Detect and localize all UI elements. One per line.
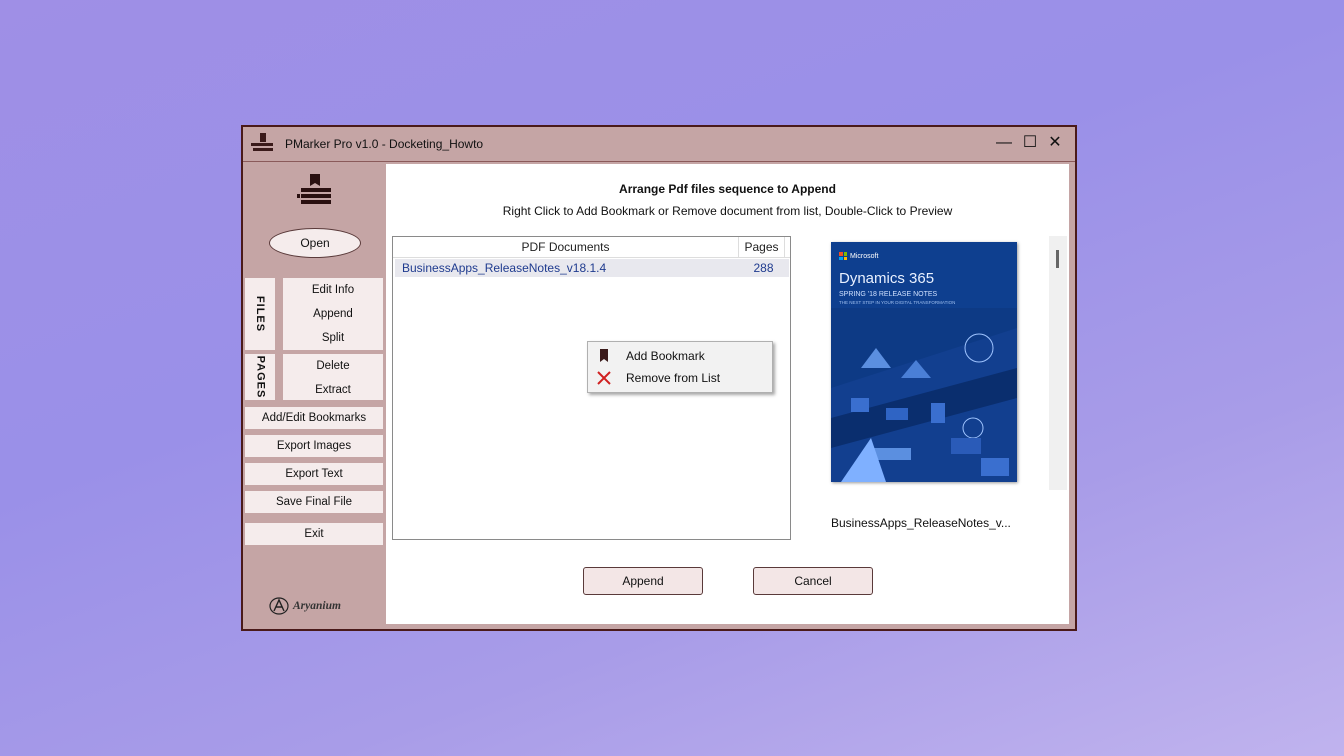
append-button[interactable]: Append [583,567,703,595]
pdf-preview-thumbnail[interactable]: Microsoft Dynamics 365 SPRING '18 RELEAS… [831,242,1017,482]
maximize-button[interactable]: ☐ [1019,133,1041,153]
cover-tagline: THE NEXT STEP IN YOUR DIGITAL TRANSFORMA… [839,300,956,305]
brand-logo: Aryanium [269,597,341,615]
bookmark-stack-icon [297,174,331,204]
preview-caption: BusinessApps_ReleaseNotes_v... [831,516,1011,530]
export-text-button[interactable]: Export Text [245,463,383,485]
remove-from-list-menu-item[interactable]: Remove from List [588,367,772,389]
app-window: PMarker Pro v1.0 - Docketing_Howto — ☐ ✕… [241,125,1077,631]
list-header: PDF Documents Pages [393,237,790,258]
list-item[interactable]: BusinessApps_ReleaseNotes_v18.1.4 288 [395,259,789,277]
app-icon [251,133,273,151]
sidebar: Open FILES Edit Info Append Split PAGES … [243,162,384,628]
document-name: BusinessApps_ReleaseNotes_v18.1.4 [402,261,607,275]
remove-x-icon [597,371,611,385]
cover-subtitle: SPRING '18 RELEASE NOTES [839,291,938,298]
minimize-button[interactable]: — [993,133,1015,153]
context-menu: Add Bookmark Remove from List [587,341,773,393]
close-button[interactable]: ✕ [1044,133,1066,153]
panel-heading: Arrange Pdf files sequence to Append [619,182,836,196]
panel-instructions: Right Click to Add Bookmark or Remove do… [502,204,953,218]
edit-info-button[interactable]: Edit Info [283,278,383,302]
pages-tab[interactable]: PAGES [245,354,275,400]
add-bookmark-menu-item[interactable]: Add Bookmark [588,345,772,367]
bookmark-icon [600,349,608,362]
microsoft-logo: Microsoft [839,252,878,260]
cancel-button[interactable]: Cancel [753,567,873,595]
title-bar: PMarker Pro v1.0 - Docketing_Howto — ☐ ✕ [243,127,1075,162]
save-final-file-button[interactable]: Save Final File [245,491,383,513]
delete-button[interactable]: Delete [283,354,383,378]
files-tab[interactable]: FILES [245,278,275,350]
microsoft-logo-icon [839,252,847,260]
pages-group: Delete Extract [283,354,383,400]
pdf-documents-list[interactable]: PDF Documents Pages BusinessApps_Release… [392,236,791,540]
aryanium-logo-icon [269,597,289,615]
preview-scrollbar[interactable] [1049,236,1067,490]
column-header-documents[interactable]: PDF Documents [393,237,739,257]
export-images-button[interactable]: Export Images [245,435,383,457]
append-panel: Arrange Pdf files sequence to Append Rig… [386,164,1069,624]
brand-name: Aryanium [293,600,341,612]
append-menu-button[interactable]: Append [283,302,383,326]
add-edit-bookmarks-button[interactable]: Add/Edit Bookmarks [245,407,383,429]
cover-title: Dynamics 365 [839,270,935,287]
exit-button[interactable]: Exit [245,523,383,545]
scrollbar-thumb[interactable] [1056,250,1059,268]
open-button[interactable]: Open [269,228,361,258]
column-header-pages[interactable]: Pages [739,237,785,257]
extract-button[interactable]: Extract [283,378,383,402]
cover-illustration [831,308,1017,482]
split-button[interactable]: Split [283,326,383,350]
files-group: Edit Info Append Split [283,278,383,350]
document-pages: 288 [753,261,774,275]
window-title: PMarker Pro v1.0 - Docketing_Howto [285,137,484,151]
